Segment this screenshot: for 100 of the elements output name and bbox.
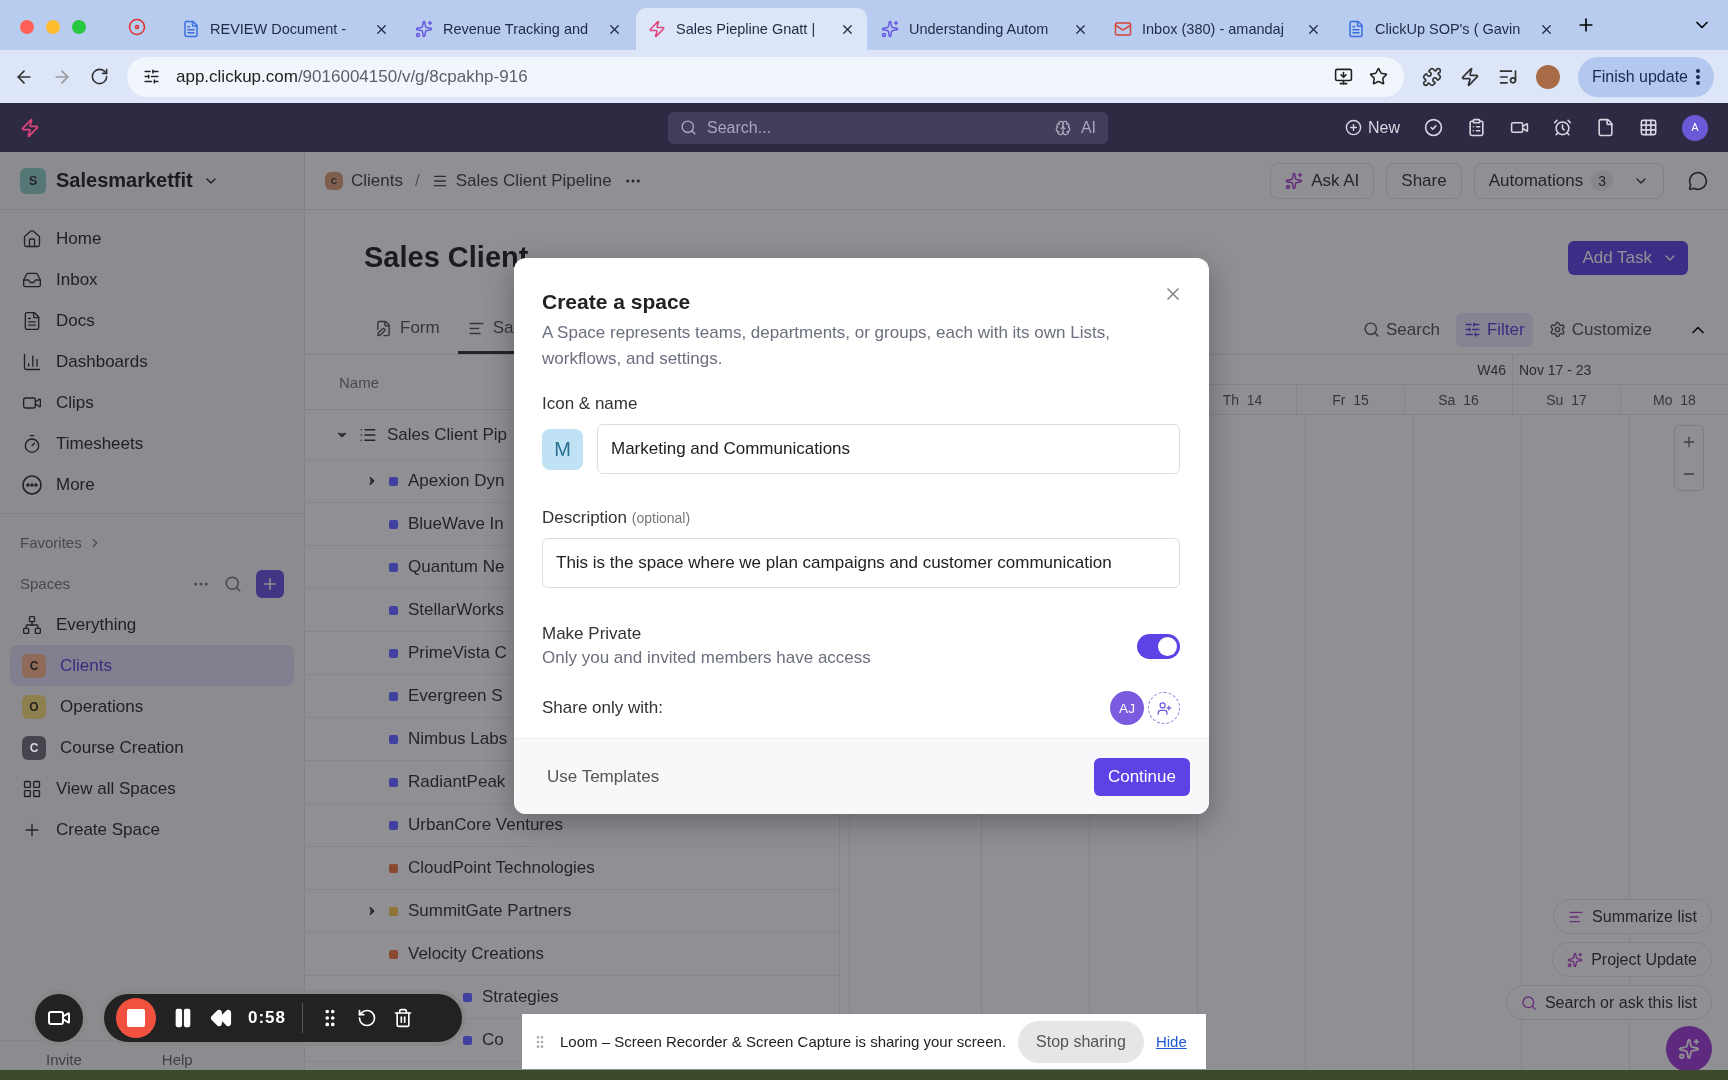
search-icon[interactable]	[224, 574, 242, 593]
task-name[interactable]: CloudPoint Technologies	[408, 858, 595, 878]
private-toggle[interactable]	[1137, 633, 1180, 659]
add-member-button[interactable]	[1148, 692, 1180, 724]
record-icon	[128, 18, 146, 36]
ai-assistant-button[interactable]	[1666, 1026, 1712, 1072]
task-name[interactable]: Quantum Ne	[408, 557, 505, 577]
task-name[interactable]: Nimbus Labs	[408, 729, 508, 749]
task-name[interactable]: StellarWorks	[408, 600, 505, 620]
search-field[interactable]: Search... AI	[668, 111, 1108, 144]
day-label: Fr 15	[1296, 385, 1404, 414]
ask-ai-button[interactable]: Ask AI	[1270, 162, 1375, 199]
delete-icon[interactable]	[393, 1008, 414, 1028]
task-name[interactable]: UrbanCore Ventures	[408, 815, 563, 835]
browser-tab[interactable]: Inbox (380) - amandaj	[1102, 8, 1333, 50]
stop-sharing-button[interactable]: Stop sharing	[1018, 1020, 1144, 1063]
footer-link[interactable]: Invite	[46, 1051, 82, 1068]
doc-icon[interactable]	[1596, 118, 1615, 137]
task-name[interactable]: Evergreen S	[408, 686, 503, 706]
space-item[interactable]: Everything	[10, 604, 294, 645]
reload-icon[interactable]	[90, 67, 109, 86]
browser-tab[interactable]: ClickUp SOP's ( Gavin	[1335, 8, 1566, 50]
space-item[interactable]: C Clients	[10, 645, 294, 686]
breadcrumb-link[interactable]: C Clients	[325, 170, 403, 191]
toolbar-button[interactable]: Customize	[1540, 312, 1660, 347]
filter-icon	[1463, 321, 1481, 338]
breadcrumb-link[interactable]: Sales Client Pipeline	[431, 170, 612, 191]
browser-tab[interactable]: Sales Piepline Gnatt |	[636, 8, 867, 50]
space-item[interactable]: C Course Creation	[10, 727, 294, 768]
app-logo-icon[interactable]	[20, 117, 40, 138]
rewind-icon[interactable]	[210, 1007, 232, 1029]
timer-icon	[22, 433, 42, 454]
apps-icon[interactable]	[1639, 118, 1658, 137]
tab-favicon-icon	[415, 20, 433, 38]
site-settings-icon[interactable]	[143, 68, 160, 85]
install-icon[interactable]	[1333, 67, 1353, 86]
toolbar-button[interactable]: Search	[1355, 312, 1448, 347]
workspace-name[interactable]: Salesmarketfit	[56, 169, 193, 192]
finish-update-button[interactable]: Finish update	[1577, 56, 1714, 97]
assistant-button[interactable]: Search or ask this list	[1505, 985, 1712, 1020]
nav-item[interactable]: Docs	[10, 300, 294, 341]
browser-tab[interactable]: Understanding Autom	[869, 8, 1100, 50]
nav-item[interactable]: Dashboards	[10, 341, 294, 382]
space-item[interactable]: O Operations	[10, 686, 294, 727]
nav-item[interactable]: Timesheets	[10, 423, 294, 464]
share-label: Share only with:	[542, 698, 663, 718]
week-label: W46	[1477, 361, 1506, 378]
task-name[interactable]: Strategies	[482, 987, 559, 1007]
tab-favicon-icon	[648, 20, 666, 38]
member-avatar[interactable]: AJ	[1110, 691, 1144, 725]
favorites-header[interactable]: Favorites	[20, 534, 82, 551]
automations-button[interactable]: Automations 3	[1473, 162, 1664, 199]
nav-item[interactable]: More	[10, 464, 294, 505]
assistant-button[interactable]: Project Update	[1552, 942, 1712, 977]
continue-button[interactable]: Continue	[1093, 757, 1190, 796]
name-input[interactable]: Marketing and Communications	[597, 424, 1180, 474]
space-badge: O	[22, 694, 46, 719]
restart-icon[interactable]	[357, 1008, 378, 1028]
task-name[interactable]: BlueWave In	[408, 514, 504, 534]
more-icon	[1696, 68, 1700, 85]
use-templates-button[interactable]: Use Templates	[547, 766, 660, 787]
profile-avatar[interactable]	[1535, 64, 1560, 89]
space-icon-picker[interactable]: M	[542, 428, 583, 470]
view-tab[interactable]: Form	[365, 305, 450, 354]
space-item[interactable]: Create Space	[10, 809, 294, 850]
address-bar[interactable]: app.clickup.com/9016004150/v/g/8cpakhp-916	[127, 56, 1404, 97]
browser-tab[interactable]: REVIEW Document -	[170, 8, 401, 50]
notepad-icon[interactable]	[1467, 118, 1486, 137]
alarm-icon[interactable]	[1553, 118, 1572, 137]
user-avatar[interactable]: A	[1682, 114, 1708, 141]
ai-icon	[1054, 119, 1071, 136]
stop-recording-button[interactable]	[116, 998, 156, 1038]
add-space-button[interactable]	[256, 569, 284, 598]
search-icon	[1363, 321, 1381, 338]
extensions-icon[interactable]	[1421, 66, 1442, 87]
share-button[interactable]: Share	[1386, 162, 1462, 199]
footer-link[interactable]: Help	[161, 1051, 193, 1068]
new-button[interactable]: New	[1345, 118, 1400, 137]
sparkle-icon	[1678, 1038, 1700, 1060]
nav-item[interactable]: Inbox	[10, 259, 294, 300]
description-input[interactable]: This is the space where we plan campaigns and customer communication	[542, 538, 1180, 588]
task-name[interactable]: Velocity Creations	[408, 944, 545, 964]
assistant-button[interactable]: Summarize list	[1553, 899, 1712, 934]
task-name[interactable]: PrimeVista C	[408, 643, 507, 663]
space-item[interactable]: View all Spaces	[10, 768, 294, 809]
check-icon[interactable]	[1424, 118, 1443, 137]
task-name[interactable]: SummitGate Partners	[408, 901, 572, 921]
group-title[interactable]: Sales Client Pip	[387, 424, 507, 445]
extension-icon[interactable]	[1459, 66, 1480, 87]
nav-item[interactable]: Clips	[10, 382, 294, 423]
toolbar-button[interactable]: Filter	[1455, 312, 1533, 347]
browser-tab[interactable]: Revenue Tracking and	[403, 8, 634, 50]
task-name[interactable]: RadiantPeak	[408, 772, 506, 792]
add-task-button[interactable]: Add Task	[1568, 240, 1688, 275]
hide-link[interactable]: Hide	[1155, 1033, 1187, 1050]
task-name[interactable]: Apexion Dyn	[408, 471, 505, 491]
chat-icon[interactable]	[1688, 170, 1708, 191]
nav-item[interactable]: Home	[10, 218, 294, 259]
task-name[interactable]: Co	[482, 1030, 504, 1050]
bookmark-icon[interactable]	[1368, 67, 1388, 86]
